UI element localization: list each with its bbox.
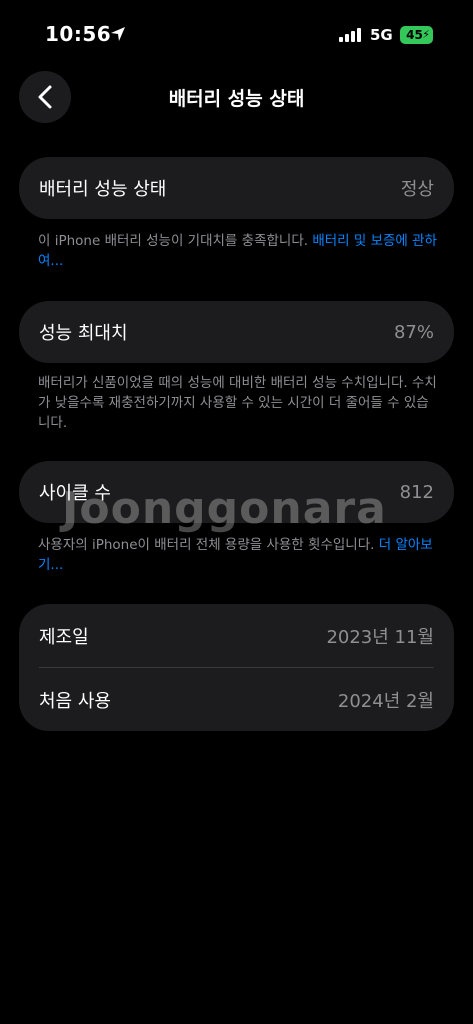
battery-icon: 45 ⚡ <box>400 26 433 44</box>
battery-health-card: 배터리 성능 상태 정상 <box>19 157 454 219</box>
cycle-count-note: 사용자의 iPhone이 배터리 전체 용량을 사용한 횟수입니다. 더 알아보… <box>38 535 438 575</box>
status-bar: 10:56 5G 45 ⚡ <box>0 0 473 64</box>
dates-card: 제조일 2023년 11월 처음 사용 2024년 2월 <box>19 604 454 731</box>
max-capacity-card: 성능 최대치 87% <box>19 301 454 363</box>
location-arrow-icon <box>111 27 125 41</box>
max-capacity-value: 87% <box>393 321 434 343</box>
battery-health-value: 정상 <box>400 179 434 200</box>
manufacture-value: 2023년 11월 <box>326 626 434 648</box>
cycle-count-row: 사이클 수 812 <box>19 461 454 523</box>
first-use-label: 처음 사용 <box>39 690 111 712</box>
first-use-value: 2024년 2월 <box>337 690 434 712</box>
max-capacity-row: 성능 최대치 87% <box>19 301 454 363</box>
manufacture-label: 제조일 <box>39 626 89 648</box>
manufacture-row: 제조일 2023년 11월 <box>19 604 454 667</box>
battery-percent: 45 <box>406 28 423 42</box>
battery-health-note: 이 iPhone 배터리 성능이 기대치를 충족합니다. 배터리 및 보증에 관… <box>38 231 438 271</box>
cycle-count-card: 사이클 수 812 <box>19 461 454 523</box>
status-time: 10:56 <box>45 22 112 46</box>
battery-health-label: 배터리 성능 상태 <box>39 179 167 200</box>
max-capacity-note: 배터리가 신품이었을 때의 성능에 대비한 배터리 성능 수치입니다. 수치가 … <box>38 375 437 431</box>
battery-health-note-text: 이 iPhone 배터리 성능이 기대치를 충족합니다. <box>38 233 313 249</box>
network-type: 5G <box>370 26 393 44</box>
cycle-count-note-text: 사용자의 iPhone이 배터리 전체 용량을 사용한 횟수입니다. <box>38 537 379 553</box>
cycle-count-value: 812 <box>399 481 434 503</box>
page-title: 배터리 성능 상태 <box>168 88 305 110</box>
charging-bolt-icon: ⚡ <box>422 28 430 41</box>
battery-health-row: 배터리 성능 상태 정상 <box>19 157 454 219</box>
cycle-count-label: 사이클 수 <box>39 483 111 504</box>
max-capacity-label: 성능 최대치 <box>39 323 128 344</box>
cellular-signal-icon <box>339 28 361 42</box>
first-use-row: 처음 사용 2024년 2월 <box>19 668 454 731</box>
